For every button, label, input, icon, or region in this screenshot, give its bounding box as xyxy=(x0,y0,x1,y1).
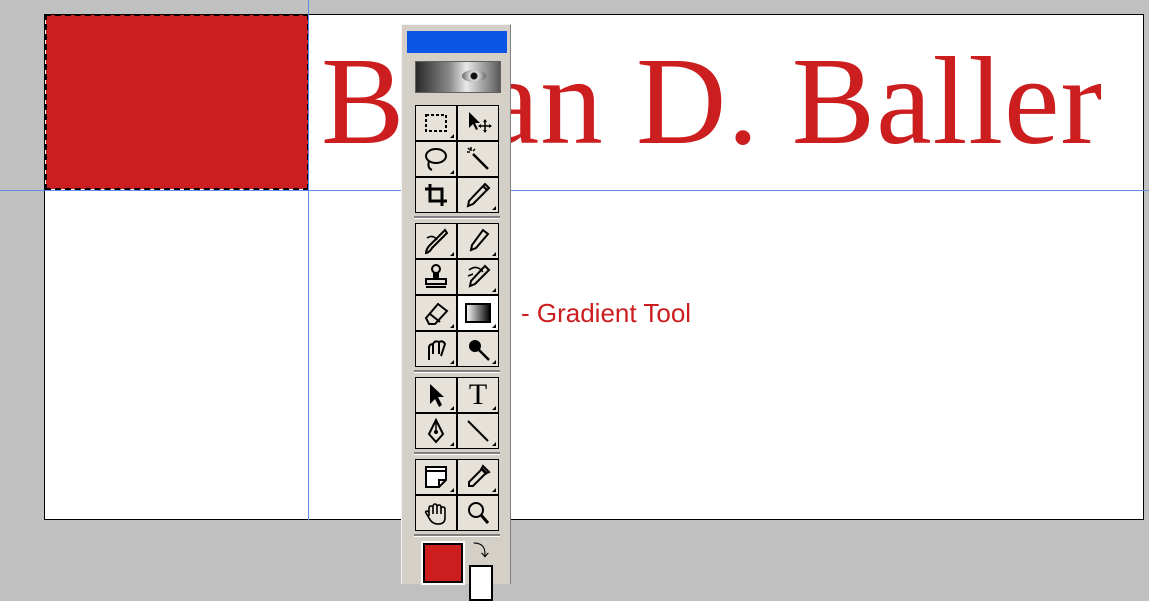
vertical-guide[interactable] xyxy=(308,0,309,520)
zoom-icon xyxy=(468,502,490,524)
line-icon xyxy=(467,420,489,442)
magic-wand-tool-button[interactable] xyxy=(457,141,499,177)
gradient-tool-callout: - Gradient Tool xyxy=(521,298,692,328)
arrow-icon xyxy=(430,384,444,407)
swap-colors-icon[interactable]: ⤵ xyxy=(473,537,489,561)
line-tool-button[interactable] xyxy=(457,413,499,449)
dodge-icon xyxy=(469,340,490,361)
palette-titlebar[interactable] xyxy=(407,31,507,53)
lasso-tool-button[interactable] xyxy=(415,141,457,177)
eraser-tool-button[interactable] xyxy=(415,295,457,331)
color-swatches: ⤵ xyxy=(415,535,501,601)
healing-brush-tool-button[interactable] xyxy=(415,223,457,259)
marquee-icon xyxy=(425,114,447,132)
eyedropper-icon xyxy=(468,464,491,487)
marquee-tool-button[interactable] xyxy=(415,105,457,141)
foreground-color-swatch[interactable] xyxy=(421,541,465,585)
horizontal-guide[interactable] xyxy=(0,190,1149,191)
type-icon: T xyxy=(468,378,488,411)
path-selection-tool-button[interactable] xyxy=(415,377,457,413)
smudge-tool-button[interactable] xyxy=(415,331,457,367)
lasso-icon xyxy=(425,148,447,171)
notes-tool-button[interactable] xyxy=(415,459,457,495)
slice-tool-button[interactable] xyxy=(457,177,499,213)
history-brush-tool-button[interactable] xyxy=(457,259,499,295)
healing-brush-icon xyxy=(424,228,449,255)
crop-icon xyxy=(425,184,447,206)
move-tool-button[interactable] xyxy=(457,105,499,141)
selected-red-rectangle[interactable] xyxy=(45,14,309,190)
eyedropper-tool-button[interactable] xyxy=(457,459,499,495)
magic-wand-icon xyxy=(467,147,489,170)
hand-icon xyxy=(424,503,446,525)
type-tool-button[interactable]: T xyxy=(457,377,499,413)
gradient-icon xyxy=(465,303,491,323)
notes-icon xyxy=(425,466,447,488)
slice-icon xyxy=(466,182,491,208)
dodge-tool-button[interactable] xyxy=(457,331,499,367)
hand-tool-button[interactable] xyxy=(415,495,457,531)
clone-stamp-icon xyxy=(425,264,447,288)
pen-icon xyxy=(427,417,445,444)
eye-icon xyxy=(462,70,486,82)
brush-tool-button[interactable] xyxy=(457,223,499,259)
pen-tool-button[interactable] xyxy=(415,413,457,449)
crop-tool-button[interactable] xyxy=(415,177,457,213)
history-brush-icon xyxy=(467,264,491,288)
photoshop-logo[interactable] xyxy=(415,61,501,93)
zoom-tool-button[interactable] xyxy=(457,495,499,531)
eraser-icon xyxy=(424,302,449,325)
background-color-swatch[interactable] xyxy=(469,565,493,601)
smudge-icon xyxy=(428,340,447,360)
clone-stamp-tool-button[interactable] xyxy=(415,259,457,295)
gradient-tool-button[interactable] xyxy=(457,295,499,331)
tools-palette: T ⤵ xyxy=(401,24,511,601)
move-icon xyxy=(469,112,492,133)
brush-icon xyxy=(469,228,490,252)
